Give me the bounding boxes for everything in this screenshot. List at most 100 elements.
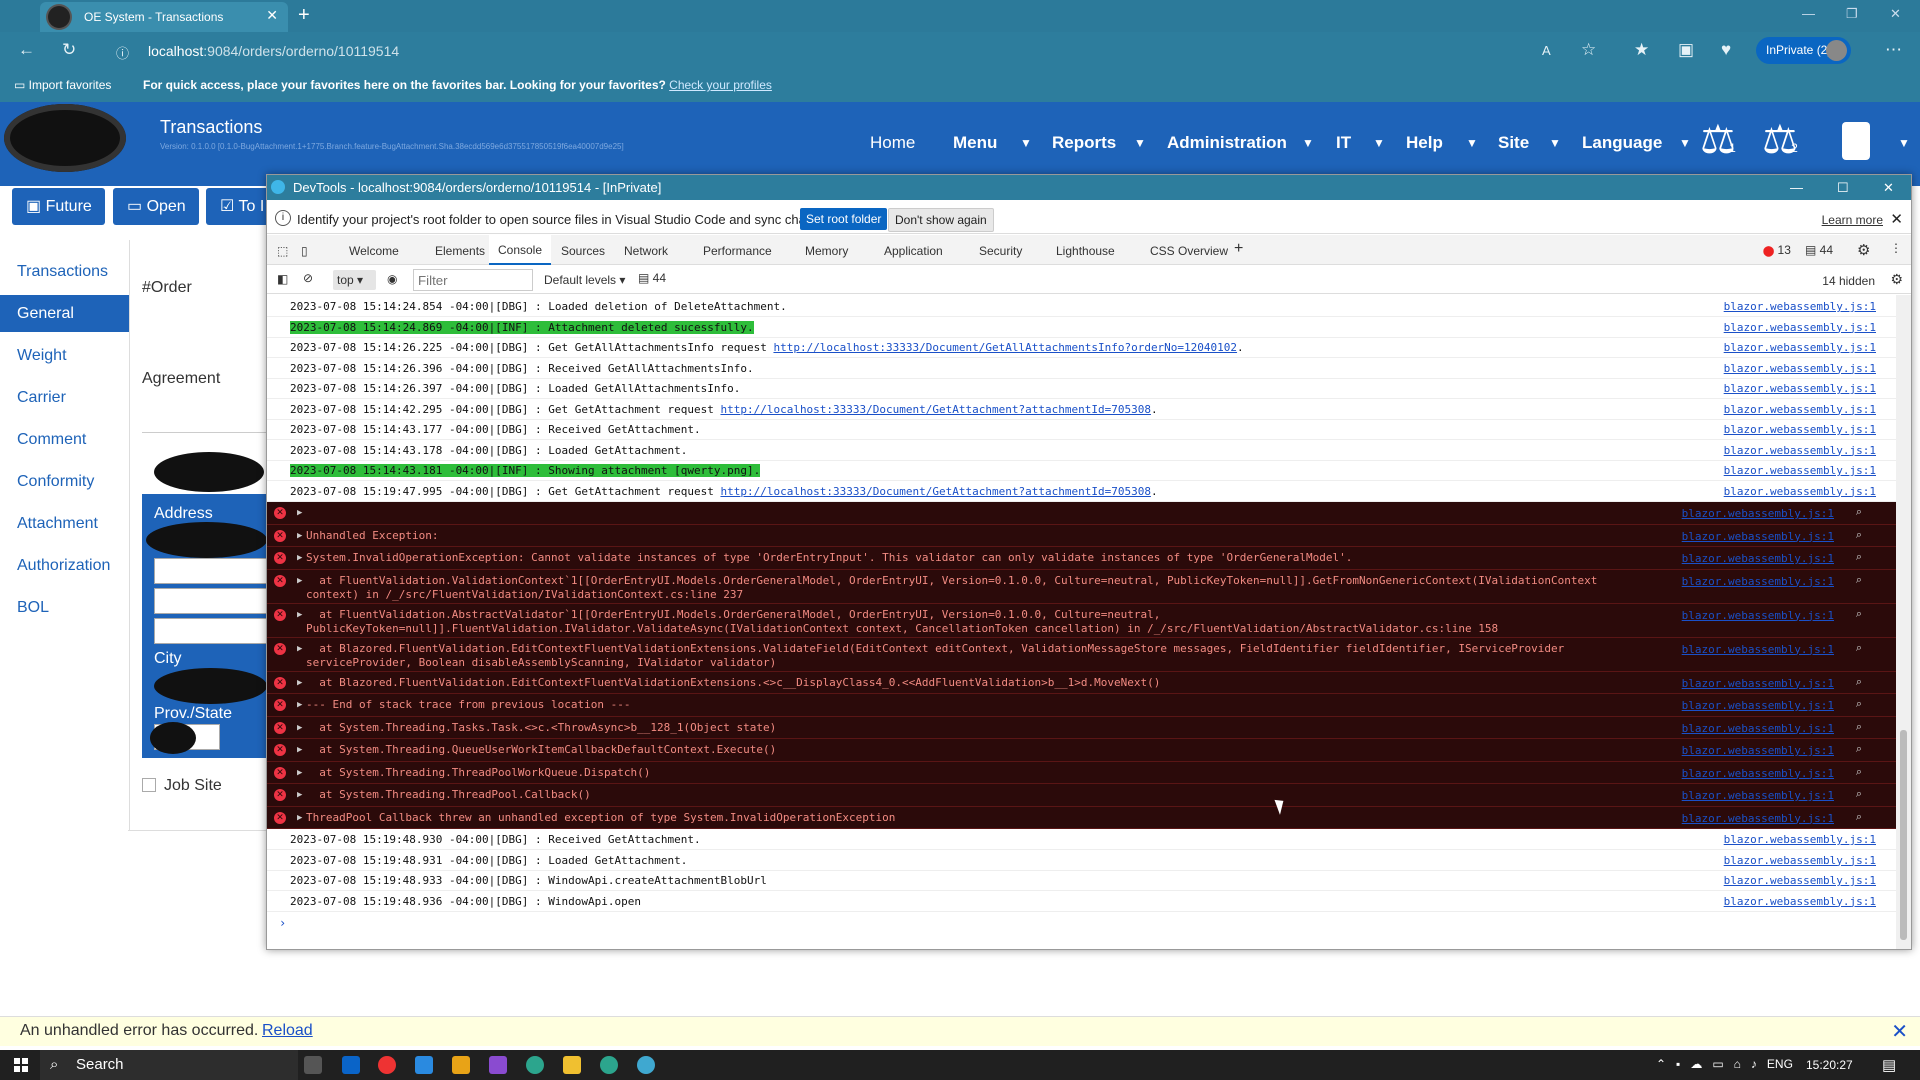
sidebar-item-transactions[interactable]: Transactions [17, 263, 108, 281]
nav-home[interactable]: Home [870, 133, 915, 153]
set-root-folder-button[interactable]: Set root folder [800, 208, 888, 230]
close-icon[interactable]: ✕ [1883, 175, 1894, 200]
edge-devtools-icon[interactable] [637, 1056, 655, 1074]
error-row[interactable]: ✕ ▶ at System.Threading.ThreadPool.Callba… [267, 784, 1896, 807]
nav-site[interactable]: Site [1498, 133, 1529, 153]
more-menu-icon[interactable]: ⋯ [1885, 40, 1902, 60]
tab-lighthouse[interactable]: Lighthouse [1056, 244, 1115, 258]
error-row[interactable]: ✕ ▶ at System.Threading.QueueUserWorkItem… [267, 739, 1896, 762]
source-link[interactable]: blazor.webassembly.js:1 [1724, 382, 1876, 395]
chevron-down-icon[interactable]: ▼ [1373, 136, 1385, 150]
address-line-3-input[interactable] [154, 618, 267, 644]
source-link[interactable]: blazor.webassembly.js:1 [1724, 895, 1876, 908]
expand-icon[interactable]: ▶ [297, 745, 302, 755]
issues-badge[interactable]: ▤ 44 [638, 271, 666, 285]
tab-security[interactable]: Security [979, 244, 1022, 258]
error-row[interactable]: ✕ ▶ at FluentValidation.AbstractValidator… [267, 603, 1896, 638]
chevron-down-icon[interactable]: ▼ [1898, 136, 1910, 150]
sidebar-item-weight[interactable]: Weight [17, 347, 67, 365]
source-link[interactable]: blazor.webassembly.js:1 [1724, 854, 1876, 867]
source-link[interactable]: blazor.webassembly.js:1 [1724, 300, 1876, 313]
tab-elements[interactable]: Elements [435, 244, 485, 258]
source-link[interactable]: blazor.webassembly.js:1 [1682, 552, 1834, 565]
expand-icon[interactable]: ▶ [297, 813, 302, 823]
tab-sources[interactable]: Sources [561, 244, 605, 258]
error-row[interactable]: ✕ ▶ at FluentValidation.ValidationContext… [267, 569, 1896, 604]
check-profiles-link[interactable]: Check your profiles [669, 78, 772, 92]
error-row[interactable]: ✕ ▶ at Blazored.FluentValidation.EditCont… [267, 637, 1896, 672]
search-icon[interactable]: ⌕ [1856, 742, 1862, 756]
scale-1-icon[interactable]: ⚖ 1 [1700, 120, 1736, 160]
collections-icon[interactable]: ▣ [1678, 40, 1694, 60]
search-icon[interactable]: ⌕ [1856, 573, 1862, 587]
expand-icon[interactable]: ▶ [297, 508, 302, 518]
search-icon[interactable]: ⌕ [1856, 720, 1862, 734]
tab-memory[interactable]: Memory [805, 244, 848, 258]
close-tab-icon[interactable]: ✕ [266, 7, 278, 24]
nav-help[interactable]: Help [1406, 133, 1443, 153]
gear-icon[interactable]: ⚙ [1890, 271, 1903, 288]
source-link[interactable]: blazor.webassembly.js:1 [1724, 403, 1876, 416]
chrome-icon[interactable] [378, 1056, 396, 1074]
user-icon[interactable] [1842, 122, 1870, 160]
minimize-icon[interactable]: — [1790, 175, 1803, 200]
tab-application[interactable]: Application [884, 244, 943, 258]
expand-icon[interactable]: ▶ [297, 723, 302, 733]
source-link[interactable]: blazor.webassembly.js:1 [1682, 507, 1834, 520]
visual-studio-icon[interactable] [489, 1056, 507, 1074]
scrollbar-thumb[interactable] [1900, 730, 1907, 940]
log-levels-dropdown[interactable]: Default levels ▾ [544, 273, 625, 287]
source-link[interactable]: blazor.webassembly.js:1 [1682, 530, 1834, 543]
sidebar-toggle-icon[interactable]: ◧ [277, 272, 288, 286]
source-link[interactable]: blazor.webassembly.js:1 [1682, 744, 1834, 757]
expand-icon[interactable]: ▶ [297, 553, 302, 563]
inprivate-button[interactable]: InPrivate (2) [1756, 37, 1851, 64]
back-icon[interactable]: ← [18, 40, 35, 60]
source-link[interactable]: blazor.webassembly.js:1 [1682, 643, 1834, 656]
dont-show-again-button[interactable]: Don't show again [888, 208, 994, 232]
dismiss-icon[interactable]: ✕ [1891, 1019, 1908, 1044]
source-link[interactable]: blazor.webassembly.js:1 [1682, 677, 1834, 690]
tab-network[interactable]: Network [624, 244, 668, 258]
search-icon[interactable]: ⌕ [1856, 607, 1862, 621]
close-icon[interactable]: ✕ [1890, 210, 1903, 228]
edge-dev-icon[interactable] [600, 1056, 618, 1074]
nav-language[interactable]: Language [1582, 133, 1662, 153]
sidebar-item-carrier[interactable]: Carrier [17, 389, 66, 407]
favorites-icon[interactable]: ★ [1634, 40, 1649, 60]
file-explorer-icon[interactable] [563, 1056, 581, 1074]
app-icon[interactable] [452, 1056, 470, 1074]
scale-2-icon[interactable]: ⚖ 2 [1762, 120, 1798, 160]
task-view-icon[interactable] [304, 1056, 322, 1074]
search-icon[interactable]: ⌕ [1856, 765, 1862, 779]
message-count-badge[interactable]: ▤ 44 [1805, 243, 1833, 257]
chevron-down-icon[interactable]: ▼ [1549, 136, 1561, 150]
gear-icon[interactable]: ⚙ [1857, 241, 1870, 259]
expand-icon[interactable]: ▶ [297, 644, 302, 654]
refresh-icon[interactable]: ↻ [62, 40, 76, 60]
log-url-link[interactable]: http://localhost:33333/Document/GetAttac… [720, 403, 1150, 416]
source-link[interactable]: blazor.webassembly.js:1 [1724, 341, 1876, 354]
error-row[interactable]: ✕ ▶ ThreadPool Callback threw an unhandled… [267, 806, 1896, 829]
expand-icon[interactable]: ▶ [297, 700, 302, 710]
notifications-icon[interactable]: ▤ [1882, 1056, 1896, 1074]
job-site-checkbox[interactable]: Job Site [142, 777, 222, 795]
error-row[interactable]: ✕ ▶ System.InvalidOperationException: Cann… [267, 547, 1896, 570]
chevron-down-icon[interactable]: ▼ [1020, 136, 1032, 150]
restore-icon[interactable]: ☐ [1837, 175, 1849, 200]
reload-link[interactable]: Reload [262, 1022, 313, 1040]
future-button[interactable]: ▣ Future [12, 188, 105, 225]
error-row[interactable]: ✕ ▶ at Blazored.FluentValidation.EditCont… [267, 671, 1896, 694]
source-link[interactable]: blazor.webassembly.js:1 [1682, 812, 1834, 825]
tab-welcome[interactable]: Welcome [349, 244, 399, 258]
source-link[interactable]: blazor.webassembly.js:1 [1682, 767, 1834, 780]
import-favorites-link[interactable]: ▭ Import favorites [14, 78, 111, 92]
address-line-2-input[interactable] [154, 588, 267, 614]
search-icon[interactable]: ⌕ [1856, 505, 1862, 519]
source-link[interactable]: blazor.webassembly.js:1 [1724, 423, 1876, 436]
context-select[interactable]: top ▾ [333, 270, 376, 290]
nav-reports[interactable]: Reports [1052, 133, 1116, 153]
log-url-link[interactable]: http://localhost:33333/Document/GetAttac… [720, 485, 1150, 498]
source-link[interactable]: blazor.webassembly.js:1 [1724, 833, 1876, 846]
url-input[interactable]: localhost:9084/orders/orderno/10119514 [148, 39, 1548, 63]
